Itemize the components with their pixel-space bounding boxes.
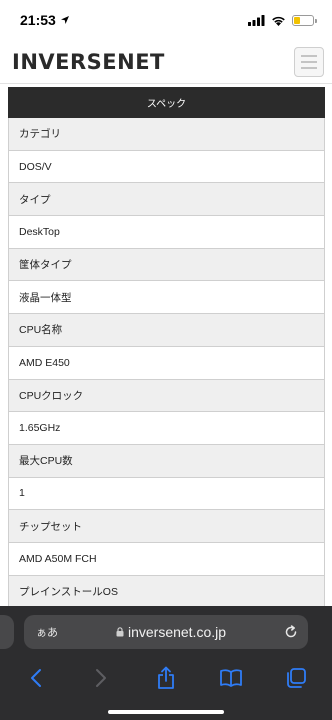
hamburger-icon xyxy=(301,66,317,69)
spec-value-row: AMD A50M FCH xyxy=(8,542,325,576)
spec-label-row: カテゴリ xyxy=(8,118,325,151)
previous-tab-peek[interactable] xyxy=(0,615,14,649)
status-indicators xyxy=(248,14,317,26)
battery-level xyxy=(294,16,301,24)
reload-icon[interactable] xyxy=(284,625,298,639)
spec-label-row: 筐体タイプ xyxy=(8,248,325,282)
bookmarks-button[interactable] xyxy=(213,660,249,696)
lock-icon xyxy=(116,627,124,637)
safari-toolbar xyxy=(0,658,332,698)
battery-icon xyxy=(292,14,317,26)
spec-value-row: DOS/V xyxy=(8,150,325,184)
signal-icon xyxy=(248,14,265,26)
menu-button[interactable] xyxy=(294,46,324,77)
url-display[interactable]: inversenet.co.jp xyxy=(58,624,284,640)
spec-value-row: 1.65GHz xyxy=(8,412,325,445)
spec-value-row: AMD E450 xyxy=(8,346,325,380)
status-time: 21:53 xyxy=(20,12,56,28)
share-button[interactable] xyxy=(148,660,184,696)
forward-button[interactable] xyxy=(83,660,119,696)
status-time-group: 21:53 xyxy=(20,12,70,28)
spec-label-row: 最大CPU数 xyxy=(8,444,325,478)
home-indicator[interactable] xyxy=(108,710,224,714)
wifi-icon xyxy=(272,16,285,26)
page-settings-button[interactable]: ぁあ xyxy=(36,624,58,640)
site-logo[interactable]: INVERSENET xyxy=(12,50,165,74)
forward-icon xyxy=(96,669,107,687)
back-button[interactable] xyxy=(18,660,54,696)
spec-label-row: プレインストールOS xyxy=(8,575,325,609)
back-icon xyxy=(31,669,42,687)
bookmarks-icon xyxy=(219,669,242,687)
spec-table-title: スペック xyxy=(8,87,325,118)
spec-value-row: DeskTop xyxy=(8,216,325,249)
share-icon xyxy=(158,666,174,689)
spec-label-row: CPUクロック xyxy=(8,379,325,413)
url-text: inversenet.co.jp xyxy=(127,624,227,640)
tabs-icon xyxy=(286,668,306,688)
location-arrow-icon xyxy=(60,16,69,24)
site-header: INVERSENET xyxy=(0,40,332,84)
tabs-button[interactable] xyxy=(278,660,314,696)
address-bar[interactable]: ぁあ inversenet.co.jp xyxy=(24,615,308,649)
hamburger-icon xyxy=(301,54,317,57)
status-bar: 21:53 xyxy=(0,0,332,40)
spec-value-row: 液晶一体型 xyxy=(8,281,325,315)
spec-label-row: タイプ xyxy=(8,183,325,217)
hamburger-icon xyxy=(301,60,317,63)
spec-label-row: チップセット xyxy=(8,510,325,543)
safari-bottom-bar: ぁあ inversenet.co.jp xyxy=(0,606,332,720)
spec-table: スペック カテゴリ DOS/V タイプ DeskTop 筐体タイプ 液晶一体型 CPU名称 A… xyxy=(8,87,325,609)
spec-rows: カテゴリ DOS/V タイプ DeskTop 筐体タイプ 液晶一体型 CPU名称 AMD E4… xyxy=(8,118,325,609)
spec-value-row: 1 xyxy=(8,477,325,511)
spec-label-row: CPU名称 xyxy=(8,314,325,347)
